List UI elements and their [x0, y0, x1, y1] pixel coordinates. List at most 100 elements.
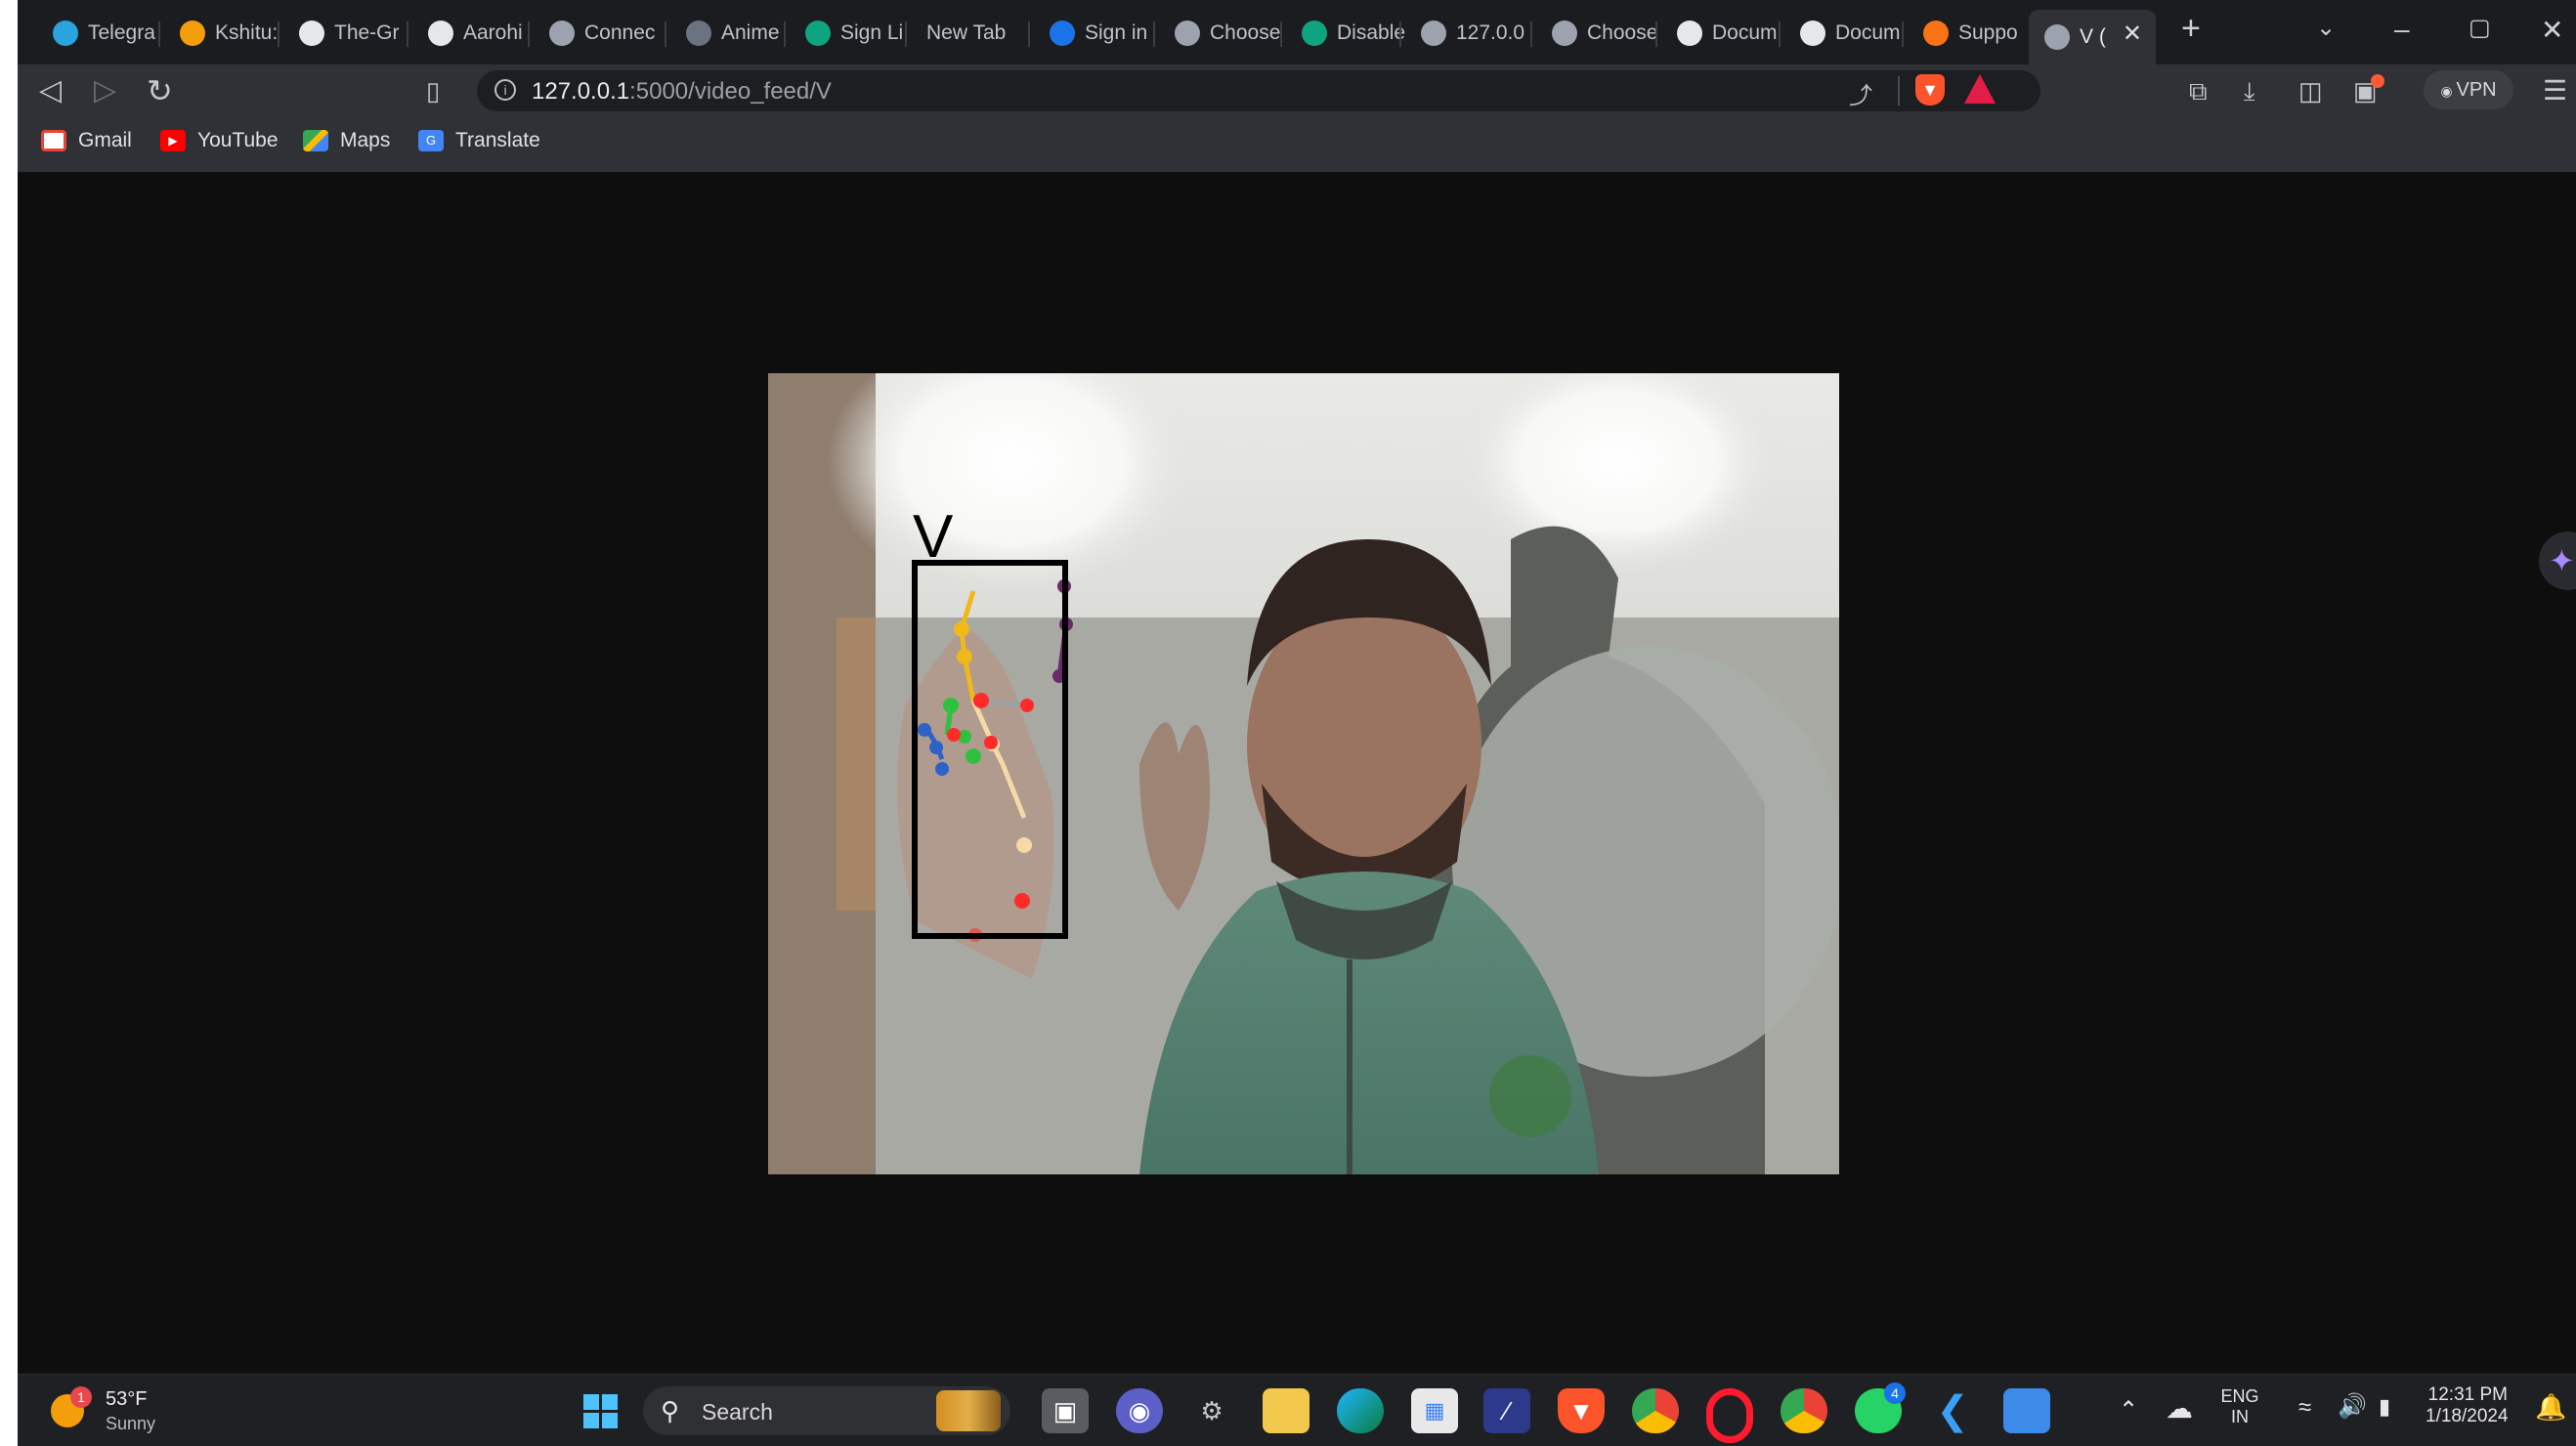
minimize-button[interactable]: –	[2394, 14, 2410, 45]
tab-label: Docum	[1712, 21, 1778, 44]
reload-icon[interactable]: ↻	[147, 72, 173, 109]
tab-label: Connec	[584, 21, 655, 44]
tab-label: Telegra	[88, 21, 155, 44]
tab[interactable]: Suppo	[1908, 12, 2029, 55]
bookmark-youtube[interactable]: ▶ YouTube	[160, 129, 279, 152]
tab-separator	[1902, 21, 1904, 47]
vscode-icon[interactable]: ❮	[1929, 1388, 1976, 1433]
file-explorer-icon[interactable]	[1263, 1388, 1309, 1433]
bookmark-label: Maps	[340, 129, 391, 151]
tab-label: Disable	[1337, 21, 1406, 44]
battery-icon[interactable]: ▮	[2379, 1394, 2390, 1420]
tab[interactable]: Connec	[534, 12, 655, 55]
tab-separator	[1655, 21, 1657, 47]
browser-toolbar: ◁ ▷ ↻ ▯ i 127.0.0.1:5000/video_feed/V ⤴ …	[18, 64, 2576, 117]
tab[interactable]: Choose	[1536, 12, 1657, 55]
restore-button[interactable]: ▢	[2469, 14, 2491, 42]
doc-icon	[1677, 21, 1702, 46]
onedrive-icon[interactable]: ☁	[2166, 1392, 2193, 1425]
start-button[interactable]	[577, 1388, 623, 1433]
weather-widget[interactable]: 1 53°F Sunny	[51, 1384, 188, 1439]
notification-dot	[2371, 74, 2384, 88]
tab[interactable]: Choose	[1159, 12, 1280, 55]
close-tab-icon[interactable]: ✕	[2123, 20, 2142, 48]
tab-separator	[528, 21, 530, 47]
prediction-label: V	[913, 503, 954, 571]
teams-chat-icon[interactable]: ◉	[1116, 1388, 1163, 1433]
bookmark-icon[interactable]: ▯	[426, 72, 440, 109]
bookmarks-bar: Gmail ▶ YouTube Maps G Translate	[18, 117, 2576, 173]
tab-strip: Telegra Kshitu: The-Gr Aarohi Connec Anime Sig…	[18, 0, 2576, 64]
edge-icon[interactable]	[1337, 1388, 1384, 1433]
url-text: 127.0.0.1:5000/video_feed/V	[532, 78, 832, 105]
maps-icon	[303, 130, 328, 151]
volume-icon[interactable]: 🔊	[2338, 1392, 2367, 1421]
bookmark-label: Translate	[455, 129, 540, 151]
tab[interactable]: V (✕	[2029, 10, 2156, 64]
new-tab-button[interactable]: +	[2181, 10, 2201, 48]
bookmark-label: YouTube	[197, 129, 279, 151]
close-window-button[interactable]: ✕	[2541, 14, 2563, 46]
tab[interactable]: Aarohi	[412, 12, 534, 55]
tab-separator	[1153, 21, 1155, 47]
tab[interactable]: Docum	[1661, 12, 1782, 55]
weather-temp: 53°F	[106, 1388, 148, 1410]
address-bar[interactable]: i 127.0.0.1:5000/video_feed/V ⤴ ▼	[477, 70, 2040, 111]
taskbar-search[interactable]: ⚲ Search	[643, 1386, 1010, 1435]
tab-label: 127.0.0	[1456, 21, 1525, 44]
task-view-icon[interactable]: ▣	[1042, 1388, 1089, 1433]
tab[interactable]: Telegra	[37, 12, 158, 55]
tab-label: Docum	[1835, 21, 1901, 44]
tab[interactable]: The-Gr	[283, 12, 405, 55]
clock-date: 1/18/2024	[2426, 1406, 2509, 1426]
opera-icon[interactable]	[1706, 1388, 1753, 1443]
tab[interactable]: 127.0.0	[1405, 12, 1526, 55]
brave-icon[interactable]: ▼	[1558, 1388, 1605, 1433]
tab[interactable]: New Tab	[911, 12, 1032, 55]
support-icon	[1923, 21, 1949, 46]
language-indicator[interactable]: ENG IN	[2218, 1386, 2261, 1427]
play-icon	[686, 21, 711, 46]
tab-search-chevron-icon[interactable]: ⌄	[2316, 14, 2336, 42]
search-placeholder: Search	[702, 1399, 773, 1425]
tab[interactable]: Kshitu:	[164, 12, 285, 55]
wifi-icon[interactable]: ≈	[2298, 1394, 2311, 1422]
tab[interactable]: Sign in	[1034, 12, 1155, 55]
bookmark-maps[interactable]: Maps	[303, 129, 390, 152]
app-icon[interactable]: ⁄	[1483, 1388, 1530, 1433]
download-icon[interactable]: ⤓	[2244, 72, 2255, 109]
forward-icon[interactable]: ▷	[94, 72, 116, 109]
leo-ai-button[interactable]: ✦	[2539, 532, 2576, 590]
whatsapp-icon[interactable]: 4	[1855, 1382, 1906, 1433]
chrome-profile-icon[interactable]	[1781, 1388, 1827, 1433]
notification-bell-icon[interactable]: 🔔	[2535, 1392, 2566, 1423]
brave-shields-icon[interactable]: ▼	[1915, 74, 1945, 106]
lang-bottom: IN	[2231, 1407, 2249, 1426]
bookmark-translate[interactable]: G Translate	[418, 129, 540, 152]
back-icon[interactable]: ◁	[39, 72, 62, 109]
tab-separator	[1280, 21, 1282, 47]
brave-rewards-icon[interactable]	[1964, 74, 1996, 104]
menu-icon[interactable]: ☰	[2543, 72, 2567, 109]
share-icon[interactable]: ⤴	[1849, 76, 1872, 110]
sidebar-icon[interactable]: ◫	[2298, 72, 2323, 109]
wallet-icon[interactable]: ▣	[2353, 72, 2384, 109]
chrome-icon[interactable]	[1632, 1388, 1679, 1433]
tab[interactable]: Docum	[1784, 12, 1906, 55]
clock[interactable]: 12:31 PM 1/18/2024	[2426, 1384, 2509, 1427]
site-info-icon[interactable]: i	[494, 79, 516, 101]
tab-separator	[784, 21, 786, 47]
search-icon: ⚲	[661, 1396, 680, 1425]
tab[interactable]: Anime	[670, 12, 792, 55]
tab[interactable]: Disable	[1286, 12, 1407, 55]
tab[interactable]: Sign Li	[790, 12, 911, 55]
infinity-icon	[180, 21, 205, 46]
extensions-icon[interactable]: ⧉	[2189, 72, 2208, 109]
settings-icon[interactable]: ⚙	[1188, 1388, 1235, 1433]
tray-chevron-icon[interactable]: ⌃	[2119, 1396, 2138, 1425]
bookmark-gmail[interactable]: Gmail	[41, 129, 132, 152]
store-icon[interactable]: ▦	[1411, 1388, 1458, 1433]
vpn-button[interactable]: ◉ VPN	[2424, 70, 2513, 109]
photos-icon[interactable]	[2003, 1388, 2050, 1433]
webcam-frame: V	[768, 373, 1839, 1174]
